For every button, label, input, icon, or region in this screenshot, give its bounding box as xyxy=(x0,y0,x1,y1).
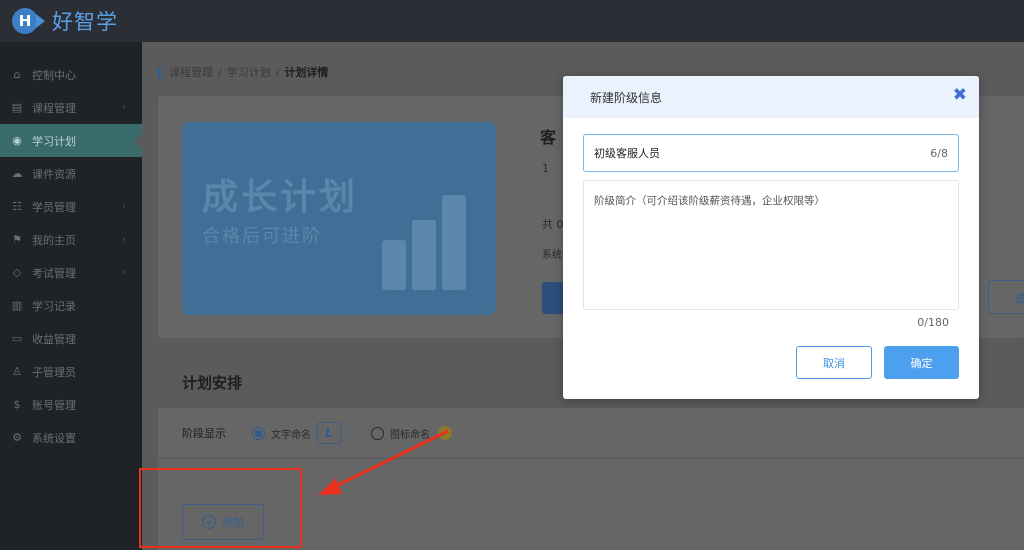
sidebar-item-label: 子管理员 xyxy=(32,365,76,379)
confirm-button[interactable]: 确定 xyxy=(884,346,959,379)
sidebar-item-course-management[interactable]: ▤ 课程管理 ‹ xyxy=(0,91,142,124)
plan-banner: 成长计划 合格后可进阶 xyxy=(182,122,496,315)
level-name-value: 初级客服人员 xyxy=(594,147,660,160)
level-name-input[interactable]: 初级客服人员 6/8 xyxy=(583,134,959,172)
dialog-title: 新建阶级信息 xyxy=(590,91,663,105)
sidebar-item-label: 考试管理 xyxy=(32,266,76,280)
close-icon[interactable]: ✖ xyxy=(953,85,967,105)
sidebar-item-accounts[interactable]: $ 账号管理 xyxy=(0,388,142,421)
breadcrumb-separator: / xyxy=(275,65,280,79)
breadcrumb-separator: / xyxy=(218,65,222,79)
sidebar-item-study-records[interactable]: ▥ 学习记录 xyxy=(0,289,142,322)
text-naming-letter-icon: L xyxy=(317,422,341,444)
sidebar-item-revenue[interactable]: ▭ 收益管理 xyxy=(0,322,142,355)
chevron-left-icon: ‹ xyxy=(122,201,126,212)
sidebar-item-control-center[interactable]: ⌂ 控制中心 xyxy=(0,58,142,91)
divider xyxy=(158,458,1024,459)
app-logo[interactable]: H 好智学 xyxy=(12,6,118,36)
level-description-textarea[interactable]: 阶级简介（可介绍该阶级薪资待遇，企业权限等） xyxy=(583,180,959,310)
growth-chart-icon xyxy=(382,190,482,290)
sidebar-item-courseware[interactable]: ☁ 课件资源 xyxy=(0,157,142,190)
breadcrumb-marker xyxy=(158,66,161,78)
breadcrumb-item-study-plan[interactable]: 学习计划 xyxy=(227,64,271,80)
dialog-header: 新建阶级信息 ✖ xyxy=(563,76,979,118)
sidebar-item-label: 我的主页 xyxy=(32,233,76,247)
sidebar-item-sub-admins[interactable]: ♙ 子管理员 xyxy=(0,355,142,388)
sidebar-item-exams[interactable]: ◇ 考试管理 ‹ xyxy=(0,256,142,289)
home-icon: ⌂ xyxy=(13,68,21,81)
top-bar: H 好智学 xyxy=(0,0,1024,42)
sidebar-item-label: 课件资源 xyxy=(32,167,76,181)
cloud-icon: ☁ xyxy=(11,167,23,180)
chevron-left-icon: ‹ xyxy=(122,267,126,278)
cancel-button[interactable]: 取消 xyxy=(796,346,872,379)
logo-arrow-icon xyxy=(36,14,45,28)
book-icon: ▤ xyxy=(11,101,23,114)
notebook-icon: ▥ xyxy=(11,299,23,312)
tag-icon: ◇ xyxy=(12,266,22,279)
flag-icon: ⚑ xyxy=(12,233,22,246)
plan-secondary-button[interactable]: 通 xyxy=(988,280,1024,314)
plan-system-note: 系统 xyxy=(542,250,562,261)
logo-text: 好智学 xyxy=(52,10,118,34)
radio-text-naming[interactable] xyxy=(252,426,265,440)
sidebar-item-label: 学员管理 xyxy=(32,200,76,214)
sidebar-item-study-plan[interactable]: ◉ 学习计划 xyxy=(0,124,142,157)
sidebar-item-label: 课程管理 xyxy=(32,101,76,115)
breadcrumb-item-courses[interactable]: 课程管理 xyxy=(169,64,213,80)
schedule-section-title: 计划安排 xyxy=(182,374,243,392)
card-icon: ▭ xyxy=(11,332,23,345)
plan-meta: 1 xyxy=(542,162,549,175)
dollar-icon: $ xyxy=(13,398,21,411)
sidebar-item-label: 控制中心 xyxy=(32,68,76,82)
chevron-left-icon: ‹ xyxy=(122,234,126,245)
sidebar-item-students[interactable]: ☷ 学员管理 ‹ xyxy=(0,190,142,223)
level-name-char-count: 6/8 xyxy=(930,146,948,160)
banner-subtitle: 合格后可进阶 xyxy=(202,226,322,247)
sidebar: ⌂ 控制中心 ▤ 课程管理 ‹ ◉ 学习计划 ☁ 课件资源 ☷ 学员管理 ‹ ⚑… xyxy=(0,42,142,550)
user-icon: ♙ xyxy=(12,365,22,378)
radio-icon-naming-label[interactable]: 图标命名 xyxy=(390,426,430,441)
logo-mark: H xyxy=(12,6,48,36)
sidebar-item-label: 收益管理 xyxy=(32,332,76,346)
logo-letter: H xyxy=(12,8,38,34)
plan-count: 共 0 xyxy=(542,218,564,231)
level-description-char-count: 0/180 xyxy=(917,316,949,329)
sidebar-item-settings[interactable]: ⚙ 系统设置 xyxy=(0,421,142,454)
sidebar-item-my-homepage[interactable]: ⚑ 我的主页 ‹ xyxy=(0,223,142,256)
annotation-box-add xyxy=(139,468,302,548)
sidebar-item-label: 学习记录 xyxy=(32,299,76,313)
active-indicator xyxy=(134,133,142,149)
gear-icon: ⚙ xyxy=(12,431,22,444)
level-description-placeholder: 阶级简介（可介绍该阶级薪资待遇，企业权限等） xyxy=(594,195,825,207)
sidebar-item-label: 学习计划 xyxy=(32,134,76,148)
sidebar-item-label: 系统设置 xyxy=(32,431,76,445)
radio-text-naming-label[interactable]: 文字命名 xyxy=(271,426,311,441)
banner-title: 成长计划 xyxy=(202,177,359,218)
plan-title: 客 xyxy=(540,128,557,147)
sidebar-item-label: 账号管理 xyxy=(32,398,76,412)
chevron-left-icon: ‹ xyxy=(122,102,126,113)
stage-display-label: 阶段显示 xyxy=(182,427,226,440)
radio-icon-naming[interactable] xyxy=(371,426,384,440)
new-level-dialog: 新建阶级信息 ✖ 初级客服人员 6/8 阶级简介（可介绍该阶级薪资待遇，企业权限… xyxy=(563,76,979,399)
eye-icon: ◉ xyxy=(12,134,22,147)
stage-display-row: 阶段显示 文字命名 L 图标命名 xyxy=(182,422,452,444)
users-icon: ☷ xyxy=(12,200,22,213)
breadcrumb-current: 计划详情 xyxy=(284,66,329,79)
breadcrumb: 课程管理 / 学习计划 / 计划详情 xyxy=(158,64,328,80)
sun-badge-icon xyxy=(438,426,452,440)
